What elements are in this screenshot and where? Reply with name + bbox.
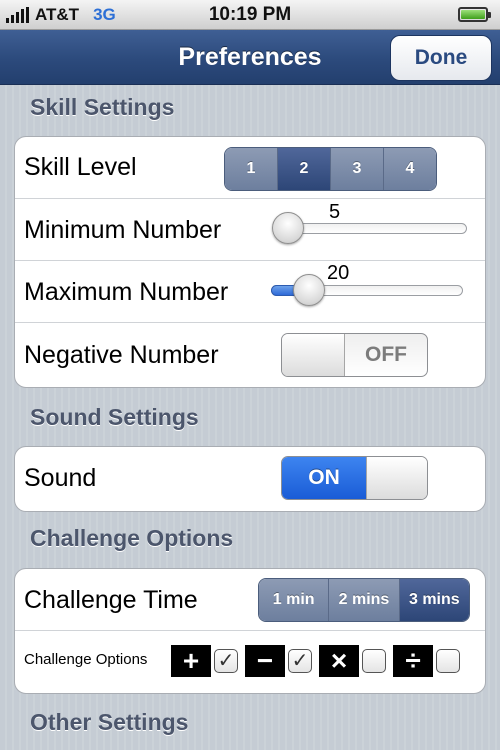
skill-level-segment-4[interactable]: 4 (383, 148, 436, 190)
skill-level-segment-1[interactable]: 1 (225, 148, 277, 190)
negative-number-row: Negative Number OFF (15, 323, 485, 387)
skill-level-label: Skill Level (24, 153, 137, 181)
plus-checkbox[interactable]: ✓ (214, 649, 238, 673)
section-header-sound: Sound Settings (30, 404, 199, 430)
navigation-bar: Preferences Done (0, 30, 500, 85)
negative-number-switch-state: OFF (365, 343, 407, 366)
minus-operator-icon: − (245, 645, 285, 677)
carrier-name: AT&T (35, 4, 80, 24)
challenge-time-segment-2[interactable]: 2 mins (328, 579, 399, 621)
maximum-number-label: Maximum Number (24, 278, 229, 306)
skill-settings-group: Skill Level 1234 Minimum Number 5 Maximu… (14, 136, 486, 388)
section-header-skill: Skill Settings (30, 94, 175, 120)
challenge-time-segment-3[interactable]: 3 mins (398, 579, 469, 621)
sound-settings-group: Sound ON (14, 446, 486, 512)
times-checkbox[interactable] (362, 649, 386, 673)
maximum-number-row: Maximum Number 20 (15, 261, 485, 323)
sound-switch[interactable]: ON (281, 456, 428, 500)
network-type: 3G (93, 4, 116, 24)
challenge-time-segment-1[interactable]: 1 min (259, 579, 329, 621)
maximum-number-slider-thumb[interactable] (293, 274, 326, 306)
skill-level-segment-2[interactable]: 2 (277, 148, 330, 190)
minimum-number-value: 5 (329, 201, 341, 223)
sound-row: Sound ON (15, 447, 485, 511)
negative-number-switch[interactable]: OFF (281, 333, 428, 377)
minimum-number-label: Minimum Number (24, 216, 222, 244)
skill-level-segment-3[interactable]: 3 (330, 148, 383, 190)
challenge-options-label: Challenge Options (24, 651, 148, 668)
battery-icon (458, 7, 491, 22)
challenge-operators-row: Challenge Options + ✓ − ✓ × ÷ (15, 631, 485, 693)
skill-level-row: Skill Level 1234 (15, 137, 485, 199)
minimum-number-row: Minimum Number 5 (15, 199, 485, 261)
negative-number-label: Negative Number (24, 341, 219, 369)
switch-knob (282, 334, 345, 376)
divide-operator-icon: ÷ (393, 645, 433, 677)
sound-switch-state: ON (282, 457, 366, 499)
challenge-time-label: Challenge Time (24, 586, 198, 614)
skill-level-segmented-control[interactable]: 1234 (224, 147, 437, 191)
section-header-challenge: Challenge Options (30, 525, 234, 551)
plus-operator-icon: + (171, 645, 211, 677)
minimum-number-slider-thumb[interactable] (272, 212, 305, 244)
done-button[interactable]: Done (390, 35, 492, 81)
signal-strength-icon (6, 6, 29, 23)
challenge-options-group: Challenge Time 1 min 2 mins 3 mins Challen… (14, 568, 486, 694)
divide-checkbox[interactable] (436, 649, 460, 673)
status-bar: AT&T 3G 10:19 PM (0, 0, 500, 30)
maximum-number-value: 20 (327, 262, 350, 284)
challenge-time-row: Challenge Time 1 min 2 mins 3 mins (15, 569, 485, 631)
minus-checkbox[interactable]: ✓ (288, 649, 312, 673)
challenge-time-segmented-control[interactable]: 1 min 2 mins 3 mins (258, 578, 470, 622)
battery-fill (461, 10, 485, 19)
section-header-other: Other Settings (30, 709, 189, 735)
switch-knob (366, 457, 427, 499)
times-operator-icon: × (319, 645, 359, 677)
sound-label: Sound (24, 464, 97, 492)
